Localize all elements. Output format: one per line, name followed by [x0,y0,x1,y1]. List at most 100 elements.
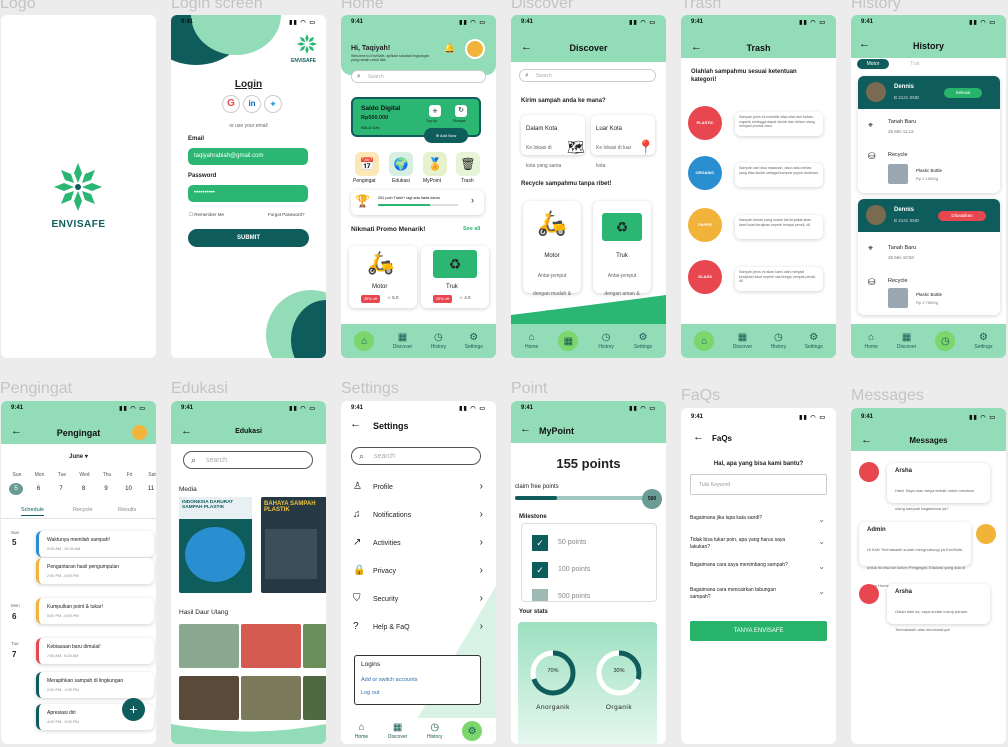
day-cell[interactable]: Mon 6 [32,472,48,495]
paper-category-icon[interactable]: PAPER [688,208,722,242]
nav-home[interactable]: ⌂ Home [355,722,368,740]
recycle-photo[interactable] [179,676,239,720]
riwayat-icon[interactable]: ↻ [455,105,467,117]
chevron-right-icon[interactable]: › [471,195,474,205]
settings-item-privacy[interactable]: 🔒 Privacy › [353,565,483,581]
history-order-card[interactable]: Dennis B 2121 SND Dibatalkan ⌖ Tanah Bar… [858,199,1000,315]
search-input[interactable]: ⌕ Search [519,69,656,82]
logout-link[interactable]: Log out [361,690,379,696]
nav-history[interactable]: ◷ History [598,332,614,350]
saldo-link[interactable]: Klik & Cek [361,125,379,130]
keyword-input[interactable]: Tulis Keyword [690,474,827,495]
tab-schedule[interactable]: Schedule [21,507,44,516]
nav-discover[interactable]: ▦ Discover [393,332,412,350]
faq-item[interactable]: Bagaimana jika lupa kata sandi? ⌄ [690,515,827,524]
luar-kota-card[interactable]: Luar Kota Ke lokasi di luar kota 📍 [591,115,655,169]
twitter-icon[interactable]: ✦ [264,95,282,113]
glass-category-icon[interactable]: GLASS [688,260,722,294]
settings-item-security[interactable]: ⛉ Security › [353,593,483,609]
message-bubble[interactable]: Arsha Halo! Saya mau tanya terkait untuk… [887,463,990,511]
nav-history[interactable]: ◷ History [771,332,787,350]
avatar[interactable] [859,584,879,604]
nav-history[interactable]: ◷ History [431,332,447,350]
day-cell[interactable]: Wed 8 [77,472,93,495]
event-card[interactable]: Waktunya memilah sampah! 9:00 AM - 10:30 … [36,531,154,557]
milestone-item[interactable]: 500 points [532,588,590,601]
poster-image[interactable]: BAHAYA SAMPAH PLASTIK [261,497,326,593]
recycle-photo[interactable] [303,624,326,668]
avatar[interactable] [132,425,147,440]
trash-icon[interactable]: 🗑 [456,152,480,176]
nav-settings[interactable]: ⚙ Settings [805,332,823,350]
truk-card[interactable]: ♻ Truk Antar-jemput dengan aman & nyaman [593,201,651,315]
settings-item-help-faq[interactable]: ? Help & FaQ › [353,621,483,637]
recycle-photo[interactable] [179,624,239,668]
topup-icon[interactable]: + [429,105,441,117]
tab-recycle[interactable]: Recycle [73,507,93,513]
recycle-photo[interactable] [241,624,301,668]
add-now-button[interactable]: ⊕ Add Now [424,128,468,143]
plastic-category-icon[interactable]: PLASTIC [688,106,722,140]
add-event-button[interactable]: + [122,698,145,721]
avatar[interactable] [976,524,996,544]
back-arrow-icon[interactable]: ← [350,418,361,430]
recycle-photo[interactable] [303,676,326,720]
history-order-card[interactable]: Dennis B 2121 SND Selesai ⌖ Tanah Baru 2… [858,76,1000,193]
event-card[interactable]: Kebiasaan baru dimulai! 7:50 AM - 8:20 AM [36,638,154,664]
nav-discover[interactable]: ▦ Discover [897,332,916,350]
calendar-icon[interactable]: 📅 [355,152,379,176]
home-icon[interactable]: ⌂ [694,331,715,351]
gear-icon[interactable]: ⚙ [462,721,483,741]
event-card[interactable]: Merapihkan sampah di lingkungan 2:00 PM -… [36,672,154,698]
ask-envisafe-button[interactable]: TANYA ENVISAFE [690,621,827,641]
settings-item-profile[interactable]: ♙ Profile › [353,481,483,497]
nav-settings[interactable]: ⚙ Settings [974,332,992,350]
nav-home[interactable]: ⌂ Home [525,332,538,350]
add-account-link[interactable]: Add or switch accounts [361,677,418,683]
day-cell[interactable]: Sat 11 [144,472,156,495]
back-arrow-icon[interactable]: ← [693,431,704,443]
search-input[interactable]: ⌕ Search [351,70,486,83]
motor-card[interactable]: 🛵 Motor Antar-jemput dengan mudah & cepa… [523,201,581,315]
recycle-photo[interactable] [241,676,301,720]
nav-discover[interactable]: ▦ Discover [388,722,407,740]
remember-checkbox[interactable]: ☐ Remember Me [189,212,224,218]
linkedin-icon[interactable]: in [243,95,261,113]
bell-icon[interactable]: 🔔 [444,43,455,54]
points-card[interactable]: 🏆 251 poin Trash+ lagi ada harta karun › [351,190,484,215]
nav-home[interactable]: ⌂ Home [865,332,878,350]
back-arrow-icon[interactable]: ← [520,423,531,435]
home-icon[interactable]: ⌂ [354,331,375,351]
promo-card-motor[interactable]: 🛵 Motor 35% off ☆ 5.0 [349,246,417,308]
password-field[interactable]: •••••••••• [188,185,308,202]
nav-settings[interactable]: ⚙ Settings [465,332,483,350]
faq-item[interactable]: Bagaimana cara saya menimbang sampah? ⌄ [690,562,827,571]
avatar[interactable] [465,39,485,59]
faq-item[interactable]: Bagaimana cara mencairkan tabungan sampa… [690,587,827,600]
nav-discover[interactable]: ▦ Discover [733,332,752,350]
medal-icon[interactable]: 🏅 [423,152,447,176]
settings-item-activities[interactable]: ↗ Activities › [353,537,483,553]
message-bubble[interactable]: Admin Hi Kak! Terimakasih sudah menghubu… [859,522,971,588]
event-card[interactable]: Pengantaran hasil pengumpulan 2:00 PM - 6… [36,558,154,584]
organic-category-icon[interactable]: ORGANIC [688,156,722,190]
milestone-item[interactable]: ✓ 100 points [532,561,590,579]
event-card[interactable]: Kumpulkan point & tukar! 5:00 PM - 6:00 P… [36,598,154,624]
day-cell[interactable]: Sun 5 [9,472,25,495]
avatar[interactable] [859,462,879,482]
month-selector[interactable]: June ▾ [1,453,156,460]
nav-settings[interactable]: ⚙ Settings [634,332,652,350]
day-cell[interactable]: Tue 7 [54,472,70,495]
search-input[interactable]: ⌕ search [183,451,313,469]
email-field[interactable]: taqiyahrabiah@gmail.com [188,148,308,165]
submit-button[interactable]: SUBMIT [188,229,309,247]
grid-icon[interactable]: ▦ [558,331,579,351]
day-cell[interactable]: Fri 10 [122,472,138,495]
day-cell[interactable]: Thu 9 [99,472,115,495]
faq-item[interactable]: Tidak bisa tukar poin, apa yang harus sa… [690,537,827,550]
poster-image[interactable]: INDONESIA DARURAT SAMPAH PLASTIK [179,497,252,593]
tab-motor[interactable]: Motor [857,59,889,69]
search-input[interactable]: ⌕ search [351,447,481,465]
forgot-password-link[interactable]: Forgot Password? [268,212,305,217]
dalam-kota-card[interactable]: Dalam Kota Ke lokasi di kota yang sama 🗺 [521,115,585,169]
